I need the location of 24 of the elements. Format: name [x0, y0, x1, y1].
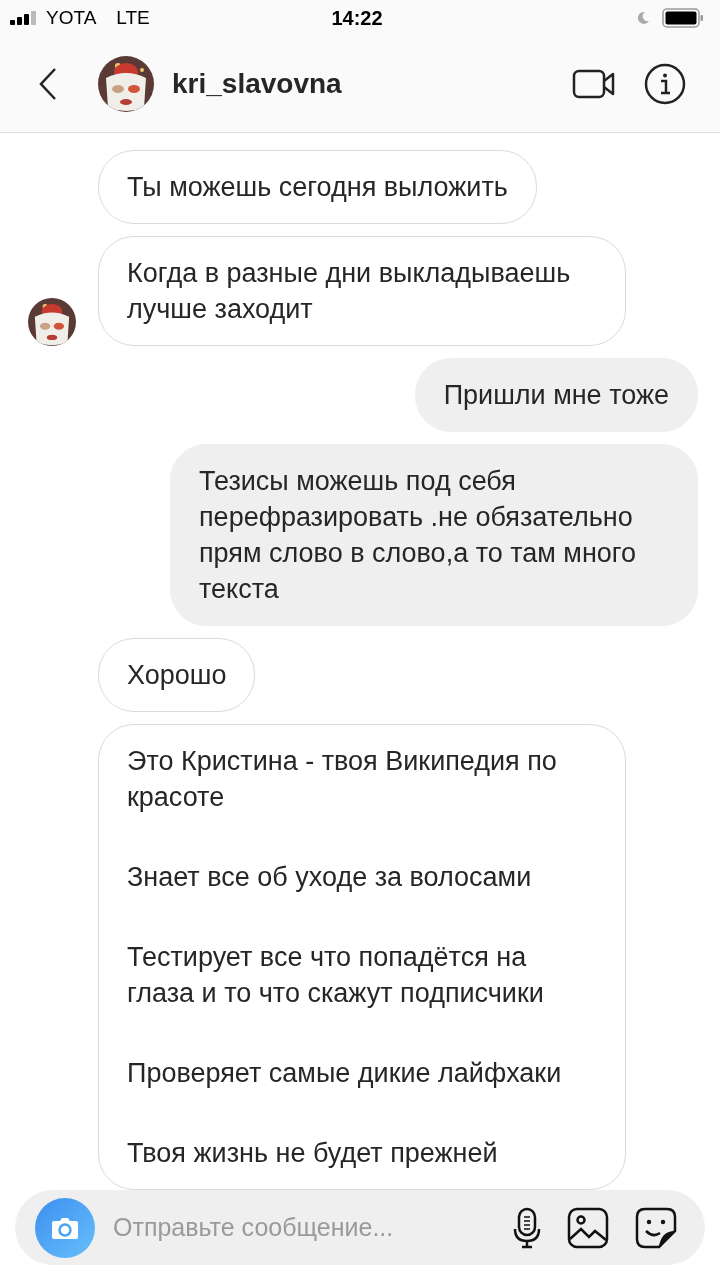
message-input[interactable]: Отправьте сообщение... — [111, 1212, 487, 1243]
message-text: Проверяет самые дикие лайфхаки — [127, 1057, 563, 1090]
battery-icon — [662, 8, 704, 28]
message-text: Когда в разные дни выкладываешь лучше заходит — [127, 257, 572, 326]
message-text: Пришли мне тоже — [443, 379, 669, 412]
moon-icon — [636, 11, 650, 25]
message-text: Хорошо — [127, 659, 227, 692]
carrier-name: YOTA — [46, 7, 97, 29]
message-text: Тезисы можешь под себя перефразировать .не обязательно прям слово в слово,а то там много текста — [199, 465, 638, 606]
network-type: LTE — [116, 7, 150, 29]
message-text: Тестирует все что попадётся на глаза и то что скажут подписчики — [127, 941, 545, 1010]
clock-time: 14:22 — [331, 6, 383, 30]
back-icon[interactable] — [38, 67, 58, 101]
sticker-icon[interactable] — [635, 1206, 677, 1249]
message-text: Знает все об уходе за волосами — [127, 861, 533, 894]
message-text: Ты можешь сегодня выложить — [127, 171, 508, 204]
message-text: Это Кристина - твоя Википедия по красоте — [127, 745, 558, 814]
message-text: Твоя жизнь не будет прежней — [127, 1137, 499, 1170]
info-icon[interactable] — [644, 63, 686, 105]
microphone-icon[interactable] — [513, 1206, 541, 1249]
camera-icon — [51, 1215, 79, 1240]
username[interactable]: kri_slavovna — [172, 68, 544, 100]
image-icon[interactable] — [567, 1206, 609, 1249]
video-camera-icon[interactable] — [572, 69, 616, 99]
